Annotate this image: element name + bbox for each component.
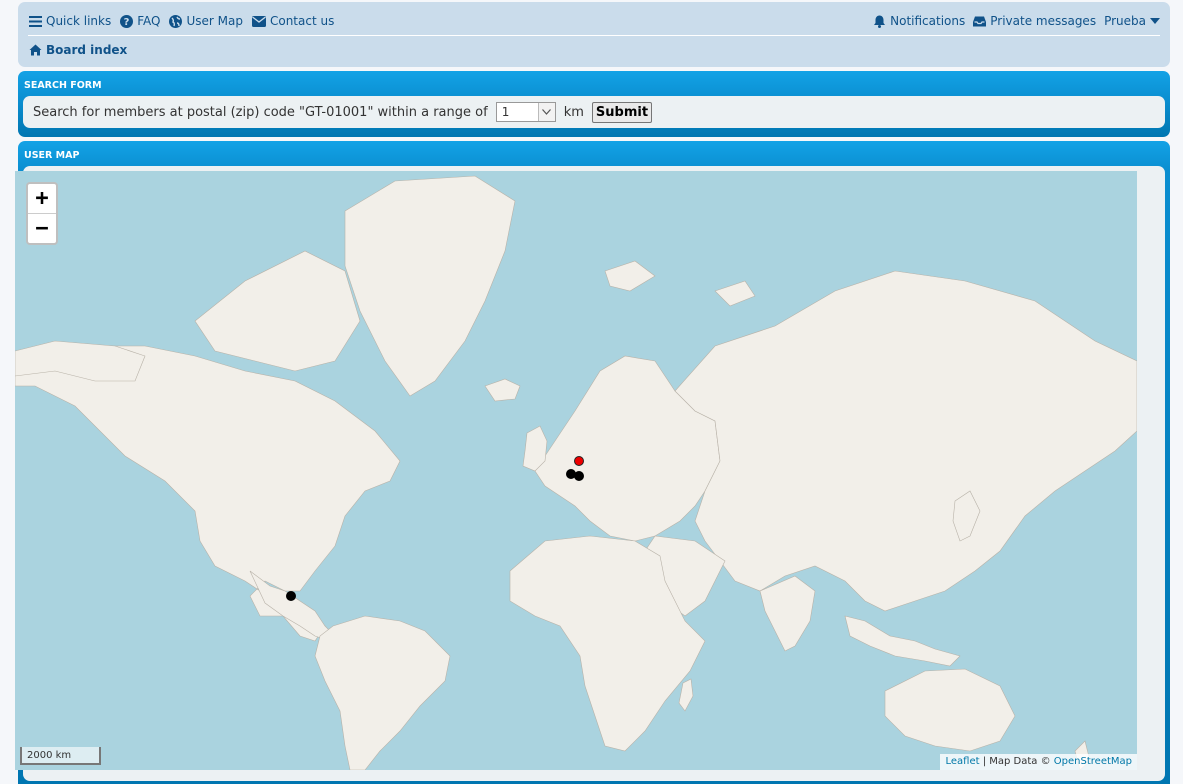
land-madagascar bbox=[678, 678, 694, 712]
search-form-body: Search for members at postal (zip) code … bbox=[23, 96, 1165, 128]
range-select-value: 1 bbox=[501, 105, 510, 119]
contact-link[interactable]: Contact us bbox=[251, 14, 335, 28]
username-label: Prueba bbox=[1104, 14, 1146, 28]
zoom-control: + − bbox=[26, 182, 58, 245]
scale-bar: 2000 km bbox=[20, 747, 101, 765]
submit-button[interactable]: Submit bbox=[591, 101, 653, 123]
nav-row-top: Quick links ? FAQ User Map Contact us No… bbox=[29, 12, 1160, 30]
svg-text:?: ? bbox=[124, 17, 130, 28]
land-asia bbox=[674, 270, 1137, 612]
nav-left-links: Quick links ? FAQ User Map Contact us bbox=[29, 14, 343, 28]
land-greenland bbox=[344, 175, 516, 397]
map-attribution: Leaflet | Map Data © OpenStreetMap bbox=[940, 754, 1137, 770]
land-india bbox=[759, 575, 816, 652]
board-index-link[interactable]: Board index bbox=[46, 43, 127, 57]
home-icon bbox=[29, 44, 42, 56]
search-form-panel: Search form Search for members at postal… bbox=[18, 71, 1170, 137]
marker-current-location[interactable] bbox=[574, 456, 584, 466]
caret-down-icon bbox=[1150, 18, 1160, 24]
notifications-link[interactable]: Notifications bbox=[873, 14, 965, 28]
search-form-text: Search for members at postal (zip) code … bbox=[33, 104, 488, 120]
zoom-in-button[interactable]: + bbox=[28, 184, 56, 214]
nav-divider bbox=[28, 35, 1160, 36]
hamburger-icon bbox=[29, 15, 42, 27]
land-south-america bbox=[314, 615, 451, 770]
faq-link[interactable]: ? FAQ bbox=[120, 14, 160, 28]
breadcrumb: Board index bbox=[29, 43, 127, 57]
quick-links-label: Quick links bbox=[46, 14, 112, 28]
chevron-down-icon bbox=[537, 103, 555, 121]
user-map-label: User Map bbox=[186, 14, 243, 28]
private-messages-label: Private messages bbox=[990, 14, 1097, 28]
envelope-icon bbox=[251, 15, 266, 27]
land-australia bbox=[884, 668, 1016, 752]
notifications-label: Notifications bbox=[890, 14, 966, 28]
quick-links-menu[interactable]: Quick links bbox=[29, 14, 111, 28]
bell-icon bbox=[874, 15, 886, 28]
faq-label: FAQ bbox=[137, 14, 161, 28]
user-menu[interactable]: Prueba bbox=[1104, 14, 1160, 28]
openstreetmap-link[interactable]: OpenStreetMap bbox=[1054, 756, 1132, 767]
user-map-title: User map bbox=[24, 150, 80, 161]
land-novaya-zemlya bbox=[714, 280, 756, 307]
private-messages-link[interactable]: Private messages bbox=[973, 14, 1096, 28]
land-southeast-asia bbox=[844, 615, 961, 667]
range-unit: km bbox=[563, 104, 584, 120]
land-iceland bbox=[484, 378, 521, 402]
header-navbar: Quick links ? FAQ User Map Contact us No… bbox=[18, 2, 1170, 67]
nav-right-links: Notifications Private messages Prueba bbox=[873, 14, 1160, 28]
globe-icon bbox=[169, 14, 183, 28]
leaflet-link[interactable]: Leaflet bbox=[945, 756, 979, 767]
contact-label: Contact us bbox=[269, 14, 335, 28]
world-map[interactable]: + − 2000 km Leaflet | Map Data © OpenStr… bbox=[15, 171, 1137, 770]
attribution-separator: | Map Data © bbox=[979, 756, 1054, 767]
land-north-america bbox=[15, 345, 401, 642]
marker-member[interactable] bbox=[286, 591, 296, 601]
user-map-link[interactable]: User Map bbox=[169, 14, 243, 28]
range-select[interactable]: 1 bbox=[495, 102, 556, 122]
inbox-icon bbox=[973, 16, 987, 26]
marker-member[interactable] bbox=[574, 471, 584, 481]
land-arctic-islands bbox=[194, 250, 361, 372]
search-form-title: Search form bbox=[24, 80, 102, 91]
land-svalbard bbox=[604, 260, 656, 292]
zoom-out-button[interactable]: − bbox=[28, 214, 56, 243]
question-circle-icon: ? bbox=[120, 14, 134, 28]
